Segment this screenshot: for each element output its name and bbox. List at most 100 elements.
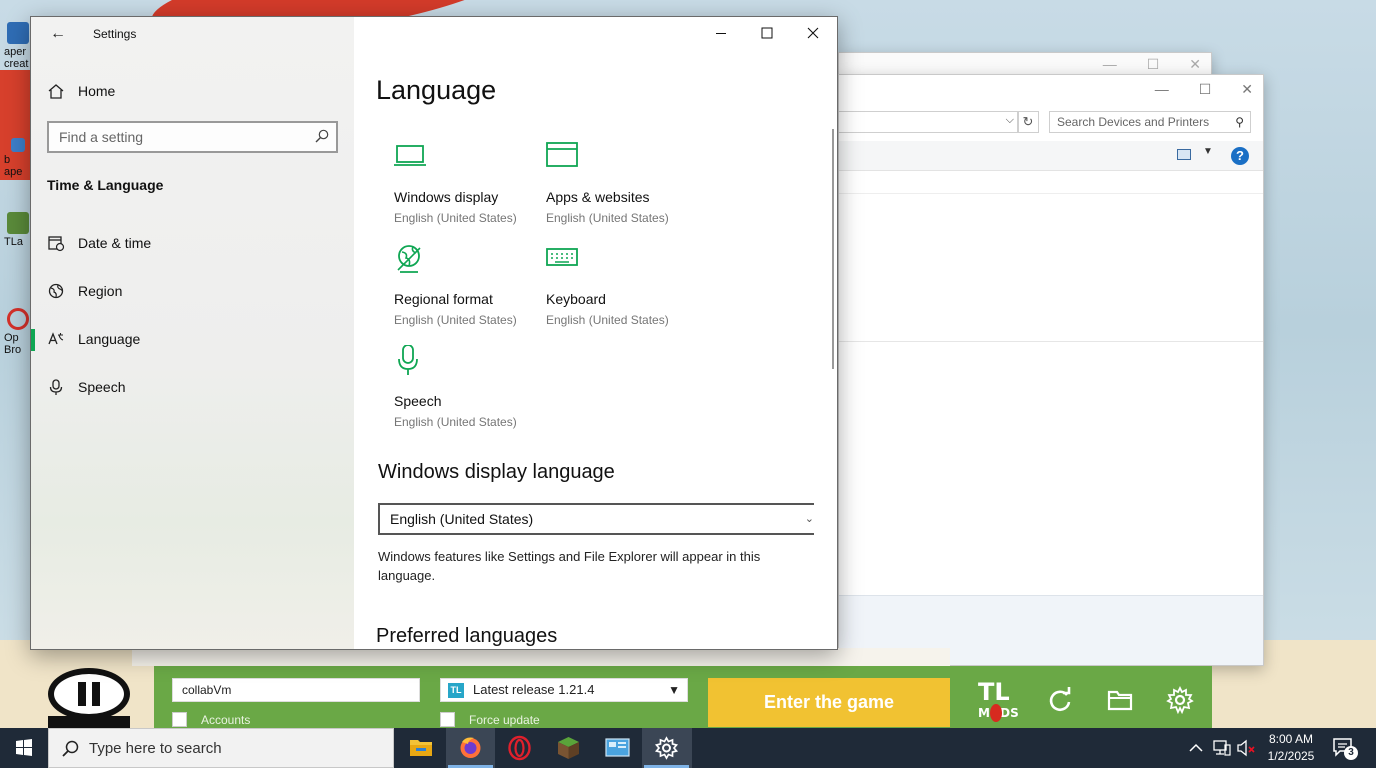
desktop-icon-label: creat — [4, 58, 29, 70]
home-icon — [48, 84, 64, 99]
gear-icon[interactable] — [1166, 686, 1194, 714]
tile-name: Speech — [394, 393, 442, 409]
nav-item-date-time[interactable]: Date & time — [31, 223, 354, 263]
close-icon — [807, 27, 819, 39]
minimize-button[interactable] — [698, 17, 744, 49]
change-view-icon[interactable] — [1177, 149, 1191, 160]
tile-subtitle: English (United States) — [394, 313, 517, 327]
folder-icon[interactable] — [1106, 686, 1134, 714]
tile-subtitle: English (United States) — [394, 415, 517, 429]
network-icon[interactable] — [1212, 738, 1232, 758]
tile-speech[interactable]: Speech English (United States) — [394, 345, 544, 441]
section-title: Time & Language — [47, 177, 164, 193]
launcher-logo-icon — [48, 668, 130, 720]
scrollbar-thumb[interactable] — [832, 129, 834, 369]
maximize-icon[interactable]: ☐ — [1199, 81, 1212, 98]
tl-badge-icon: TL — [448, 683, 464, 698]
launcher-news-area — [132, 648, 950, 666]
nav-item-language[interactable]: Language — [31, 319, 354, 359]
tile-subtitle: English (United States) — [394, 211, 517, 225]
tl-mods-button[interactable]: TL MODS — [976, 680, 1022, 724]
accounts-checkbox[interactable] — [172, 712, 187, 727]
nav-item-region[interactable]: Region — [31, 271, 354, 311]
nav-item-label: Region — [78, 283, 123, 299]
tile-name: Windows display — [394, 189, 499, 205]
system-clock[interactable]: 8:00 AM 1/2/2025 — [1258, 731, 1324, 765]
enter-game-button[interactable]: Enter the game — [708, 678, 950, 727]
desktop-icon[interactable]: Op Bro — [4, 308, 32, 356]
maximize-button[interactable] — [744, 17, 790, 49]
launcher-logo-text — [48, 716, 130, 728]
search-placeholder: Search Devices and Printers — [1057, 115, 1210, 129]
taskbar-app-control-panel[interactable] — [593, 728, 642, 768]
window-title: Settings — [93, 27, 137, 41]
nav-item-label: Date & time — [78, 235, 152, 251]
tile-regional-format[interactable]: Regional format English (United States) — [394, 243, 544, 339]
force-update-label: Force update — [469, 713, 540, 727]
version-value: Latest release 1.21.4 — [473, 682, 595, 697]
shortcut-icon — [11, 138, 25, 152]
taskbar-app-opera[interactable] — [495, 728, 544, 768]
close-icon[interactable]: ✕ — [1189, 56, 1201, 73]
command-bar: ▼ ? — [839, 141, 1263, 171]
taskbar-search-box[interactable]: Type here to search — [48, 728, 394, 768]
desktop-icon-label: b — [4, 154, 11, 166]
desktop-icon[interactable]: b ape — [4, 138, 32, 178]
minimize-icon — [716, 33, 726, 34]
desktop-icon[interactable]: aper creat — [4, 22, 32, 70]
start-button[interactable] — [0, 728, 48, 768]
display-language-description: Windows features like Settings and File … — [378, 549, 761, 583]
nav-item-speech[interactable]: Speech — [31, 367, 354, 407]
version-select[interactable]: TL Latest release 1.21.4 ▼ — [440, 678, 688, 702]
close-button[interactable] — [790, 17, 836, 49]
nav-home[interactable]: Home — [31, 71, 354, 111]
refresh-icon[interactable]: ↻ — [1017, 111, 1039, 133]
tile-keyboard[interactable]: Keyboard English (United States) — [546, 243, 696, 339]
minecraft-icon — [558, 737, 579, 759]
background-window[interactable]: — ☐ ✕ — [838, 52, 1212, 76]
taskbar-app-firefox[interactable] — [446, 728, 495, 768]
minimize-icon[interactable]: — — [1155, 81, 1169, 98]
notification-count-badge: 3 — [1344, 746, 1358, 760]
desktop-icon-label: TLa — [4, 236, 23, 248]
username-input[interactable]: collabVm — [172, 678, 420, 702]
find-setting-input[interactable] — [59, 128, 309, 146]
display-language-dropdown[interactable]: English (United States) ⌄ — [378, 503, 814, 535]
devices-printers-window[interactable]: — ☐ ✕ ⌵ ↻ Search Devices and Printers ⚲ … — [838, 74, 1264, 666]
help-icon[interactable]: ? — [1231, 147, 1249, 165]
find-setting-field[interactable] — [47, 121, 338, 153]
back-arrow-icon[interactable]: ← — [47, 23, 69, 45]
chevron-down-icon[interactable]: ▼ — [1203, 146, 1213, 157]
caption-buttons: — ☐ ✕ — [1103, 56, 1201, 73]
taskbar-app-settings[interactable] — [642, 728, 692, 768]
microphone-icon — [398, 345, 418, 375]
desktop-icon-label: aper — [4, 46, 27, 58]
desktop-icon[interactable]: TLa — [4, 212, 32, 248]
tile-apps-websites[interactable]: Apps & websites English (United States) — [546, 141, 696, 237]
taskbar-app-file-explorer[interactable] — [397, 728, 446, 768]
maximize-icon[interactable]: ☐ — [1147, 56, 1160, 73]
settings-window[interactable]: ← Settings Home Time & Language Date & t… — [30, 16, 838, 650]
shortcut-icon — [7, 22, 29, 44]
settings-nav-pane: ← Settings Home Time & Language Date & t… — [31, 17, 354, 649]
address-bar[interactable]: ⌵ — [839, 111, 1019, 133]
tl-mods-logo-text: TL — [978, 678, 1010, 706]
action-center-button[interactable]: 3 — [1332, 736, 1358, 760]
minimize-icon[interactable]: — — [1103, 56, 1117, 73]
taskbar-app-minecraft[interactable] — [544, 728, 593, 768]
force-update-checkbox[interactable] — [440, 712, 455, 727]
maximize-icon — [761, 27, 773, 39]
chevron-down-icon[interactable]: ⌵ — [1006, 114, 1014, 127]
tile-windows-display[interactable]: Windows display English (United States) — [394, 141, 544, 237]
taskbar-search-placeholder: Type here to search — [89, 740, 222, 757]
chevron-up-icon[interactable] — [1188, 738, 1204, 758]
search-icon: ⚲ — [1235, 115, 1244, 129]
accounts-label: Accounts — [201, 713, 251, 727]
caption-buttons: — ☐ ✕ — [1155, 81, 1253, 98]
devices-search-input[interactable]: Search Devices and Printers ⚲ — [1049, 111, 1251, 133]
calendar-clock-icon — [48, 236, 65, 252]
refresh-icon[interactable] — [1046, 686, 1074, 714]
close-icon[interactable]: ✕ — [1241, 81, 1253, 98]
nav-item-label: Speech — [78, 379, 126, 395]
speaker-muted-icon[interactable] — [1236, 738, 1256, 758]
